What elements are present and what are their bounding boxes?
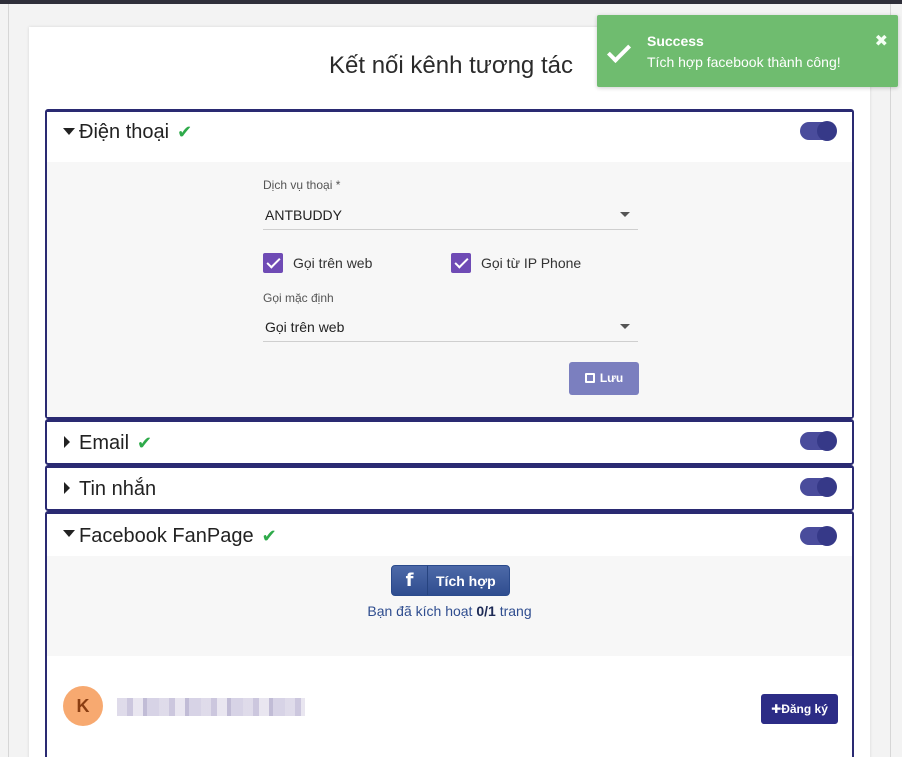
checkmark-icon xyxy=(606,38,632,64)
toast-title: Success xyxy=(647,33,704,49)
caret-down-icon xyxy=(63,128,75,135)
service-select[interactable]: ANTBUDDY xyxy=(263,200,638,230)
phone-toggle[interactable] xyxy=(800,121,837,141)
facebook-integrate-button[interactable]: f Tích hợp xyxy=(391,565,510,596)
left-border xyxy=(8,4,9,757)
register-button[interactable]: ✚Đăng ký xyxy=(761,694,838,724)
activation-count: 0/1 xyxy=(476,603,496,619)
panel-email-header[interactable]: Email ✔ xyxy=(47,422,852,464)
panel-facebook-title: Facebook FanPage xyxy=(79,525,254,547)
checkbox-call-ip-label: Gọi từ IP Phone xyxy=(481,255,582,271)
register-button-label: Đăng ký xyxy=(781,702,828,716)
save-icon xyxy=(584,373,595,383)
default-call-value: Gọi trên web xyxy=(265,319,345,335)
blurred-page-name xyxy=(117,698,305,716)
panel-sms-header[interactable]: Tin nhắn xyxy=(47,468,852,510)
panel-phone-body: Dịch vụ thoại * ANTBUDDY Gọi trên web Gọ… xyxy=(47,162,852,417)
default-call-select[interactable]: Gọi trên web xyxy=(263,312,638,342)
toggle-knob xyxy=(817,526,837,546)
success-toast: Success Tích hợp facebook thành công! ✖ xyxy=(597,15,898,87)
toast-message: Tích hợp facebook thành công! xyxy=(647,54,841,70)
panel-sms: Tin nhắn xyxy=(45,465,854,511)
check-icon: ✔ xyxy=(261,526,277,546)
save-button[interactable]: Lưu xyxy=(569,362,639,395)
top-bar xyxy=(0,0,902,4)
toggle-knob xyxy=(817,477,837,497)
email-toggle[interactable] xyxy=(800,431,837,451)
facebook-toggle[interactable] xyxy=(800,526,837,546)
checkbox-call-web[interactable] xyxy=(263,253,283,273)
panel-phone-title: Điện thoại xyxy=(79,121,170,143)
panel-phone: Điện thoại ✔ Dịch vụ thoại * ANTBUDDY Gọi… xyxy=(45,109,854,419)
facebook-icon: f xyxy=(392,566,428,595)
panel-sms-title: Tin nhắn xyxy=(79,478,157,500)
sms-toggle[interactable] xyxy=(800,477,837,497)
dropdown-arrow-icon xyxy=(620,212,630,217)
activation-note-suffix: trang xyxy=(495,603,532,619)
close-icon[interactable]: ✖ xyxy=(875,31,888,51)
check-icon: ✔ xyxy=(137,433,153,453)
check-icon: ✔ xyxy=(177,122,193,142)
checkbox-call-ip[interactable] xyxy=(451,253,471,273)
service-value: ANTBUDDY xyxy=(265,207,343,223)
panel-phone-header[interactable]: Điện thoại ✔ xyxy=(47,112,852,154)
right-border xyxy=(890,4,891,757)
service-label: Dịch vụ thoại * xyxy=(263,178,341,192)
dropdown-arrow-icon xyxy=(620,324,630,329)
default-call-label: Gọi mặc định xyxy=(263,291,334,305)
panel-facebook-header[interactable]: Facebook FanPage ✔ xyxy=(47,514,852,556)
panel-facebook-body: f Tích hợp Bạn đã kích hoạt 0/1 trang xyxy=(47,556,852,656)
page-avatar: K xyxy=(63,686,103,726)
panel-facebook: Facebook FanPage ✔ f Tích hợp Bạn đã kích… xyxy=(45,511,854,757)
facebook-integrate-label: Tích hợp xyxy=(436,573,496,589)
activation-note: Bạn đã kích hoạt 0/1 trang xyxy=(47,603,852,619)
caret-down-icon xyxy=(63,530,75,537)
save-button-label: Lưu xyxy=(599,371,624,385)
toggle-knob xyxy=(817,431,837,451)
caret-right-icon xyxy=(64,482,70,494)
toggle-knob xyxy=(817,121,837,141)
panel-email-title: Email xyxy=(79,432,130,454)
panel-email: Email ✔ xyxy=(45,419,854,465)
checkbox-call-web-label: Gọi trên web xyxy=(293,255,373,271)
caret-right-icon xyxy=(64,436,70,448)
activation-note-prefix: Bạn đã kích hoạt xyxy=(367,603,477,619)
